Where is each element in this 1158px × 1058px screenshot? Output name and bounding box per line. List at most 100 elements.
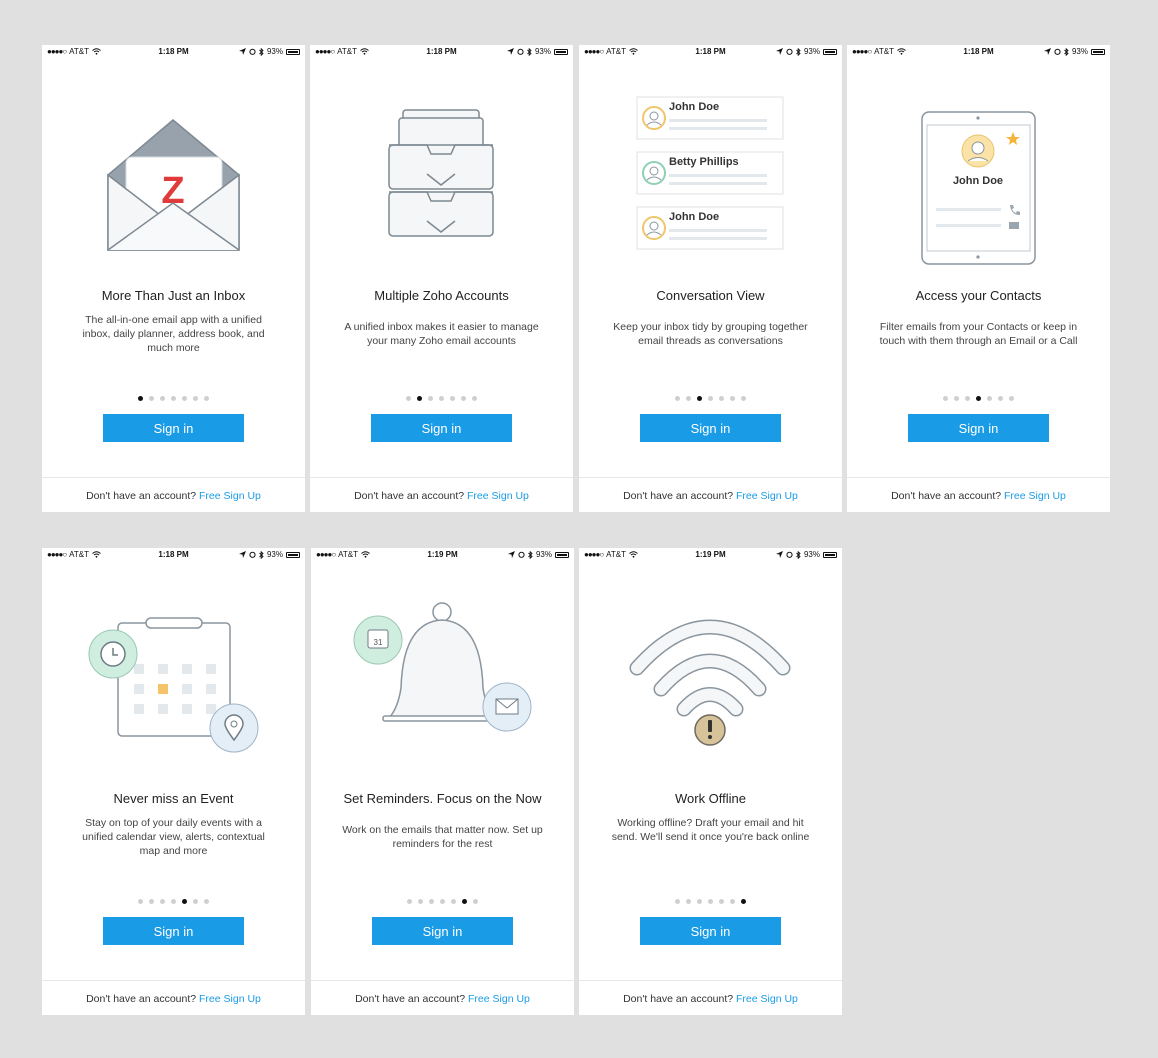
page-dot[interactable] xyxy=(407,899,412,904)
onboarding-screen-2: ●●●●○ AT&T 1:18 PM 93% Multiple Zoho Acc… xyxy=(310,45,573,512)
page-dot[interactable] xyxy=(954,396,959,401)
sign-in-button[interactable]: Sign in xyxy=(371,414,512,442)
battery-percent: 93% xyxy=(534,47,551,56)
alarm-icon xyxy=(786,48,793,55)
bluetooth-icon xyxy=(527,47,532,56)
sign-in-button[interactable]: Sign in xyxy=(103,917,244,945)
contact-name: Betty Phillips xyxy=(669,156,739,168)
sign-in-button[interactable]: Sign in xyxy=(103,414,244,442)
onboarding-screen-1: ●●●●○ AT&T 1:18 PM 93% Z More Than Just … xyxy=(42,45,305,512)
page-dot[interactable] xyxy=(462,899,467,904)
conversation-cards-icon: John Doe Betty Phillips John Doe xyxy=(579,75,842,275)
page-dot[interactable] xyxy=(675,899,680,904)
page-dot[interactable] xyxy=(741,899,746,904)
free-sign-up-link[interactable]: Free Sign Up xyxy=(1004,490,1066,502)
page-dot[interactable] xyxy=(998,396,1003,401)
page-indicator[interactable] xyxy=(579,899,842,904)
page-dot[interactable] xyxy=(418,899,423,904)
page-dot[interactable] xyxy=(976,396,981,401)
free-sign-up-link[interactable]: Free Sign Up xyxy=(468,993,530,1005)
page-dot[interactable] xyxy=(204,396,209,401)
tablet-contact-icon: John Doe xyxy=(847,75,1110,275)
page-dot[interactable] xyxy=(160,396,165,401)
sign-in-button[interactable]: Sign in xyxy=(640,917,781,945)
page-dot[interactable] xyxy=(719,899,724,904)
signup-prompt: Don't have an account? xyxy=(86,490,197,502)
page-dot[interactable] xyxy=(204,899,209,904)
page-dot[interactable] xyxy=(450,396,455,401)
page-dot[interactable] xyxy=(171,899,176,904)
page-dot[interactable] xyxy=(417,396,422,401)
page-dot[interactable] xyxy=(697,899,702,904)
page-dot[interactable] xyxy=(708,899,713,904)
page-dot[interactable] xyxy=(730,899,735,904)
page-dot[interactable] xyxy=(182,396,187,401)
status-bar: ●●●●○ AT&T 1:18 PM 93% xyxy=(42,548,305,562)
page-dot[interactable] xyxy=(149,899,154,904)
page-indicator[interactable] xyxy=(847,396,1110,401)
free-sign-up-link[interactable]: Free Sign Up xyxy=(199,993,261,1005)
page-indicator[interactable] xyxy=(579,396,842,401)
page-dot[interactable] xyxy=(193,899,198,904)
location-arrow-icon xyxy=(506,48,514,55)
page-dot[interactable] xyxy=(406,396,411,401)
signup-prompt: Don't have an account? xyxy=(623,993,734,1005)
sign-in-button[interactable]: Sign in xyxy=(372,917,513,945)
page-dot[interactable] xyxy=(428,396,433,401)
page-indicator[interactable] xyxy=(42,899,305,904)
battery-icon xyxy=(1091,48,1105,55)
contact-name: John Doe xyxy=(669,211,719,223)
page-dot[interactable] xyxy=(686,899,691,904)
signup-footer: Don't have an account? Free Sign Up xyxy=(579,980,842,1015)
page-dot[interactable] xyxy=(730,396,735,401)
sign-in-button[interactable]: Sign in xyxy=(908,414,1049,442)
page-dot[interactable] xyxy=(719,396,724,401)
page-dot[interactable] xyxy=(741,396,746,401)
page-dot[interactable] xyxy=(451,899,456,904)
screen-title: Conversation View xyxy=(656,288,765,303)
onboarding-screen-5: ●●●●○ AT&T 1:18 PM 93% Never miss an Eve… xyxy=(42,548,305,1015)
screen-description: The all-in-one email app with a unified … xyxy=(82,314,265,354)
free-sign-up-link[interactable]: Free Sign Up xyxy=(736,490,798,502)
screen-title: Work Offline xyxy=(674,791,747,806)
free-sign-up-link[interactable]: Free Sign Up xyxy=(736,993,798,1005)
page-dot[interactable] xyxy=(965,396,970,401)
page-indicator[interactable] xyxy=(42,396,305,401)
page-dot[interactable] xyxy=(182,899,187,904)
location-arrow-icon xyxy=(775,551,783,558)
alarm-icon xyxy=(786,551,793,558)
page-dot[interactable] xyxy=(1009,396,1014,401)
page-dot[interactable] xyxy=(149,396,154,401)
screen-title: More Than Just an Inbox xyxy=(101,288,246,303)
page-dot[interactable] xyxy=(193,396,198,401)
signup-prompt: Don't have an account? xyxy=(891,490,1002,502)
page-dot[interactable] xyxy=(987,396,992,401)
page-dot[interactable] xyxy=(171,396,176,401)
page-dot[interactable] xyxy=(943,396,948,401)
page-dot[interactable] xyxy=(461,396,466,401)
free-sign-up-link[interactable]: Free Sign Up xyxy=(199,490,261,502)
page-dot[interactable] xyxy=(708,396,713,401)
page-indicator[interactable] xyxy=(311,899,574,904)
battery-icon xyxy=(286,48,300,55)
page-dot[interactable] xyxy=(472,396,477,401)
stacked-inbox-trays-icon xyxy=(310,75,573,275)
page-dot[interactable] xyxy=(686,396,691,401)
free-sign-up-link[interactable]: Free Sign Up xyxy=(467,490,529,502)
page-dot[interactable] xyxy=(675,396,680,401)
page-dot[interactable] xyxy=(473,899,478,904)
signup-prompt: Don't have an account? xyxy=(623,490,734,502)
page-indicator[interactable] xyxy=(310,396,573,401)
onboarding-screen-4: ●●●●○ AT&T 1:18 PM 93% John Doe Access y… xyxy=(847,45,1110,512)
page-dot[interactable] xyxy=(429,899,434,904)
alarm-icon xyxy=(249,551,256,558)
page-dot[interactable] xyxy=(160,899,165,904)
page-dot[interactable] xyxy=(138,396,143,401)
screen-description: Work on the emails that matter now. Set … xyxy=(342,824,543,850)
page-dot[interactable] xyxy=(439,396,444,401)
page-dot[interactable] xyxy=(138,899,143,904)
sign-in-button[interactable]: Sign in xyxy=(640,414,781,442)
page-dot[interactable] xyxy=(697,396,702,401)
status-bar: ●●●●○ AT&T 1:18 PM 93% xyxy=(579,45,842,59)
page-dot[interactable] xyxy=(440,899,445,904)
